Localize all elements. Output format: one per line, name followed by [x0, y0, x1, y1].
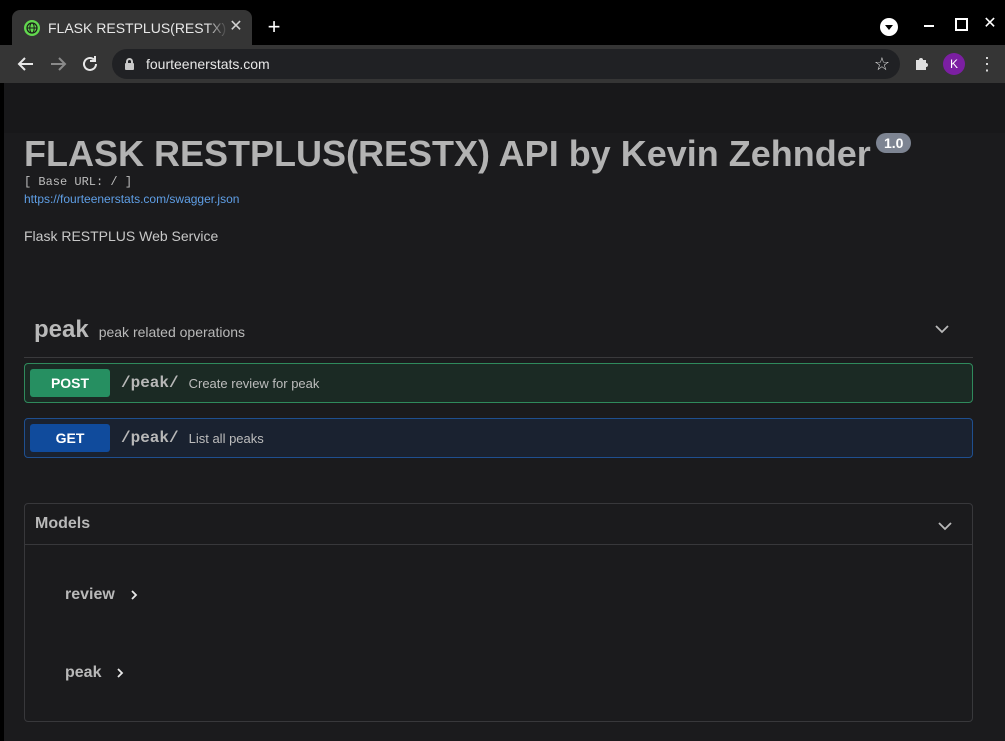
- model-item-peak[interactable]: peak: [65, 664, 125, 682]
- avatar[interactable]: K: [943, 53, 965, 75]
- api-description: Flask RESTPLUS Web Service: [24, 228, 219, 244]
- reload-icon[interactable]: [79, 53, 101, 75]
- topbar: [4, 83, 1005, 133]
- tab-title: FLASK RESTPLUS(RESTX) API: [48, 19, 228, 36]
- kebab-menu-icon[interactable]: ⋮: [978, 54, 996, 74]
- version-badge: 1.0: [876, 133, 912, 153]
- close-window-button[interactable]: ✕: [980, 14, 1000, 34]
- method-badge-get: GET: [30, 424, 110, 452]
- chevron-right-icon[interactable]: [115, 667, 125, 679]
- maximize-button[interactable]: [950, 14, 970, 34]
- plus-icon[interactable]: +: [262, 16, 286, 40]
- operation-get-peak[interactable]: GET /peak/ List all peaks: [24, 418, 973, 458]
- models-title: Models: [35, 515, 91, 532]
- swagger-json-link[interactable]: https://fourteenerstats.com/swagger.json: [24, 192, 239, 206]
- swagger-page: FLASK RESTPLUS(RESTX) API by Kevin Zehnd…: [4, 83, 1005, 741]
- tag-section-peak[interactable]: peak peak related operations: [24, 303, 973, 358]
- models-header[interactable]: Models: [25, 504, 972, 545]
- operation-path: /peak/: [121, 429, 179, 447]
- url-text[interactable]: fourteenerstats.com: [146, 56, 270, 72]
- chevron-down-icon[interactable]: [938, 519, 952, 533]
- star-icon[interactable]: ☆: [874, 53, 890, 75]
- chevron-down-icon[interactable]: [935, 322, 949, 336]
- globe-icon: [24, 19, 40, 36]
- operation-path: /peak/: [121, 374, 179, 392]
- address-bar[interactable]: fourteenerstats.com ☆: [112, 49, 900, 79]
- tag-description: peak related operations: [98, 323, 246, 340]
- browser-toolbar: fourteenerstats.com ☆ K ⋮: [0, 45, 1005, 83]
- lock-icon[interactable]: [125, 58, 134, 70]
- forward-arrow-icon[interactable]: [47, 53, 69, 75]
- page-title: FLASK RESTPLUS(RESTX) API by Kevin Zehnd…: [24, 133, 871, 174]
- chevron-right-icon[interactable]: [129, 589, 139, 601]
- minimize-button[interactable]: [920, 14, 940, 34]
- model-name: peak: [65, 664, 102, 681]
- browser-titlebar: FLASK RESTPLUS(RESTX) API ✕ + ✕: [0, 0, 1005, 45]
- method-badge-post: POST: [30, 369, 110, 397]
- tag-name: peak: [34, 316, 89, 343]
- base-url: [ Base URL: / ]: [24, 175, 133, 189]
- close-icon[interactable]: ✕: [228, 19, 244, 35]
- browser-tab[interactable]: FLASK RESTPLUS(RESTX) API ✕: [12, 10, 252, 45]
- model-name: review: [65, 586, 115, 603]
- model-item-review[interactable]: review: [65, 586, 139, 604]
- tab-search-icon[interactable]: [880, 18, 898, 36]
- operation-summary: List all peaks: [188, 430, 264, 446]
- models-section: Models review peak: [24, 503, 973, 722]
- operation-post-peak[interactable]: POST /peak/ Create review for peak: [24, 363, 973, 403]
- back-arrow-icon[interactable]: [15, 53, 37, 75]
- operation-summary: Create review for peak: [188, 375, 320, 391]
- puzzle-icon[interactable]: [912, 54, 932, 74]
